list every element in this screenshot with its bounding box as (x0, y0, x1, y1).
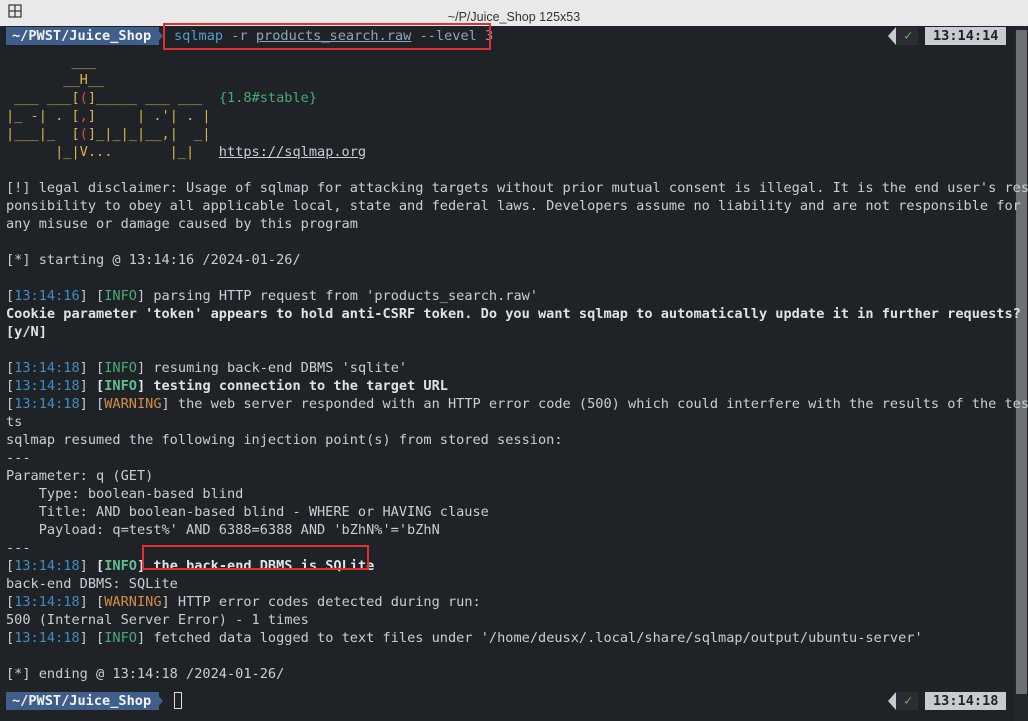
highlight-dbms (142, 545, 369, 570)
separator-1: --- (6, 450, 31, 466)
banner-version: {1.8#stable} (218, 90, 318, 106)
separator-2: --- (6, 540, 31, 556)
banner-line-3: ___ ___[(]_____ ___ ___ {1.8#stable} (6, 90, 318, 106)
banner-line-4: |_ -| . [,] | .'| . | (6, 108, 211, 124)
banner-line-5: |___|_ [(]_|_|_|__,| _| (6, 126, 211, 142)
banner-url[interactable]: https://sqlmap.org (219, 144, 366, 160)
log-warning-500: [13:14:18] [WARNING] the web server resp… (6, 396, 1028, 412)
status-check-icon: ✓ (896, 27, 919, 45)
status-check-icon-bottom: ✓ (896, 692, 919, 710)
clock-arrow-bottom (888, 692, 896, 710)
prompt-time-bottom: 13:14:18 (925, 692, 1007, 710)
payload-line: Payload: q=test%' AND 6388=6388 AND 'bZh… (6, 522, 440, 538)
scrollbar-thumb[interactable] (1016, 30, 1027, 694)
type-line: Type: boolean-based blind (6, 486, 244, 502)
resumed-line: sqlmap resumed the following injection p… (6, 432, 563, 448)
prompt-time: 13:14:14 (925, 27, 1007, 45)
log-codes: [13:14:18] [WARNING] HTTP error codes de… (6, 594, 481, 610)
log-parse: [13:14:16] [INFO] parsing HTTP request f… (6, 288, 539, 304)
terminal-cursor[interactable] (174, 692, 182, 709)
ending-line: [*] ending @ 13:14:18 /2024-01-26/ (6, 666, 285, 682)
prompt-path: ~/PWST/Juice_Shop (6, 27, 160, 45)
parameter-line: Parameter: q (GET) (6, 468, 154, 484)
window-title: ~/P/Juice_Shop 125x53 (447, 10, 581, 24)
clock-arrow (888, 27, 896, 45)
title-line: Title: AND boolean-based blind - WHERE o… (6, 504, 489, 520)
codes-detail: 500 (Internal Server Error) - 1 times (6, 612, 309, 628)
disclaimer-1: [!] legal disclaimer: Usage of sqlmap fo… (6, 180, 1028, 196)
log-testing: [13:14:18] [INFO] testing connection to … (6, 378, 448, 394)
disclaimer-2: ponsibility to obey all applicable local… (6, 198, 1021, 214)
dbms-line: back-end DBMS: SQLite (6, 576, 178, 592)
cookie-answer: [y/N] (6, 324, 47, 340)
log-resume: [13:14:18] [INFO] resuming back-end DBMS… (6, 360, 408, 376)
cookie-question: Cookie parameter 'token' appears to hold… (6, 306, 1021, 322)
starting-line: [*] starting @ 13:14:16 /2024-01-26/ (6, 252, 301, 268)
disclaimer-3: any misuse or damage caused by this prog… (6, 216, 358, 232)
banner-line-2: __H__ (6, 72, 105, 88)
banner-line-1: ___ (6, 54, 97, 70)
prompt-arrow (155, 27, 163, 45)
prompt-arrow-bottom (155, 692, 163, 710)
highlight-command (163, 23, 491, 50)
log-warning-500-wrap: ts (6, 414, 23, 430)
banner-line-6: |_|V... |_| https://sqlmap.org (6, 144, 367, 160)
log-fetched: [13:14:18] [INFO] fetched data logged to… (6, 630, 923, 646)
window-titlebar: ~/P/Juice_Shop 125x53 (0, 0, 1028, 26)
prompt-path-bottom: ~/PWST/Juice_Shop (6, 692, 160, 710)
